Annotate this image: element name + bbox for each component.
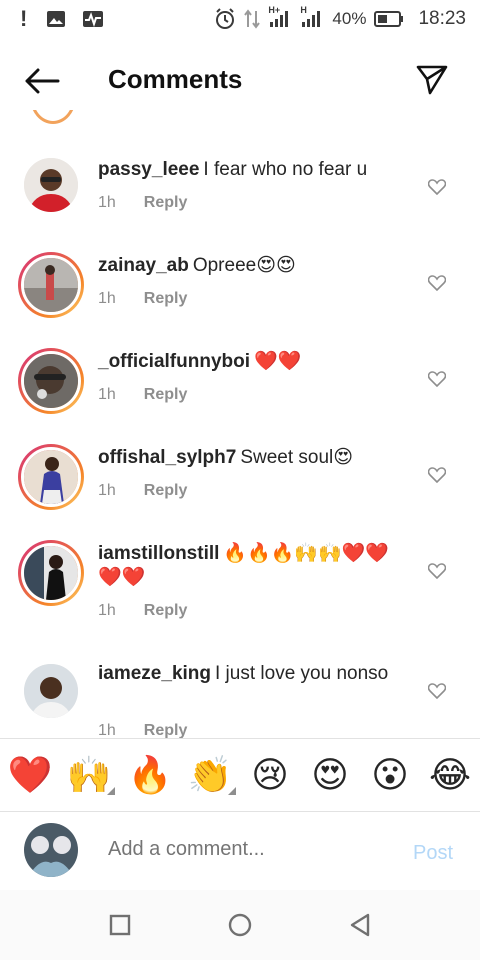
raised-hands-emoji: 🙌	[66, 755, 112, 796]
comment-meta: 1h Reply	[98, 386, 187, 404]
reply-button[interactable]: Reply	[144, 386, 188, 404]
comment-time: 1h	[98, 482, 116, 499]
emoji-surprised-button[interactable]: 😮	[368, 751, 412, 799]
skin-tone-indicator	[228, 787, 236, 795]
comment-meta: 1h Reply	[98, 482, 187, 500]
header: Comments	[0, 50, 480, 110]
comment-body: ❤️❤️	[254, 351, 302, 372]
comment-text: offishal_sylph7 Sweet soul😍	[98, 446, 398, 470]
emoji-crying-button[interactable]: 😢	[248, 751, 292, 799]
emoji-heart-eyes-button[interactable]: 😍	[308, 751, 352, 799]
triangle-back-icon	[350, 913, 370, 937]
avatar[interactable]	[18, 348, 84, 414]
comment-meta: 1h Reply	[98, 194, 187, 212]
comment-body: Opreee😍😍	[192, 255, 296, 276]
system-nav-bar	[0, 890, 480, 960]
heart-outline-icon	[428, 563, 446, 579]
home-button[interactable]	[223, 908, 257, 942]
comment-time: 1h	[98, 602, 116, 619]
signal-1-label: H+	[268, 5, 281, 15]
comment-username[interactable]: _officialfunnyboi	[98, 351, 250, 372]
reply-button[interactable]: Reply	[144, 602, 188, 620]
avatar[interactable]	[24, 823, 78, 877]
skin-tone-indicator	[107, 787, 115, 795]
share-button[interactable]	[410, 58, 454, 102]
comment-text: passy_leee I fear who no fear u	[98, 158, 398, 182]
data-transfer-icon	[244, 9, 261, 29]
emoji-clap-button[interactable]: 👏	[187, 751, 236, 799]
heart-outline-icon	[428, 275, 446, 291]
emoji-laughing-button[interactable]: 😂	[428, 751, 472, 799]
like-button[interactable]	[426, 368, 448, 390]
recents-button[interactable]	[103, 908, 137, 942]
battery-icon	[374, 11, 404, 27]
comment-meta: 1h Reply	[98, 290, 187, 308]
emoji-raised-hands-button[interactable]: 🙌	[66, 751, 115, 799]
comment-time: 1h	[98, 290, 116, 307]
clap-emoji: 👏	[187, 755, 233, 796]
avatar[interactable]	[18, 540, 84, 606]
comment-time: 1h	[98, 722, 116, 738]
signal-1-icon: H+	[268, 5, 292, 29]
comment-text: iamstillonstill 🔥🔥🔥🙌🙌❤️❤️❤️❤️	[98, 542, 398, 590]
post-button[interactable]: Post	[413, 842, 453, 865]
heart-outline-icon	[428, 371, 446, 387]
comment-composer: Post	[0, 812, 480, 890]
heart-outline-icon	[428, 467, 446, 483]
image-icon	[46, 10, 66, 28]
exclamation-icon: !	[20, 6, 28, 31]
like-button[interactable]	[426, 680, 448, 702]
like-button[interactable]	[426, 272, 448, 294]
comment-time: 1h	[98, 194, 116, 211]
comment-username[interactable]: iameze_king	[98, 663, 211, 684]
back-nav-button[interactable]	[343, 908, 377, 942]
status-bar: ! H+ H 40% 18:23	[0, 0, 480, 38]
reply-button[interactable]: Reply	[144, 194, 188, 212]
emoji-heart-button[interactable]: ❤️	[8, 751, 53, 799]
avatar[interactable]	[24, 158, 78, 212]
comment-username[interactable]: iamstillonstill	[98, 543, 219, 564]
signal-2-icon: H	[300, 5, 324, 29]
battery-percent: 40%	[332, 9, 367, 28]
like-button[interactable]	[426, 464, 448, 486]
arrow-left-icon	[25, 68, 60, 94]
comment-body: I just love you nonso	[215, 663, 389, 684]
comment-body: I fear who no fear u	[203, 159, 368, 180]
avatar[interactable]	[18, 444, 84, 510]
avatar[interactable]	[18, 252, 84, 318]
comment-text: _officialfunnyboi ❤️❤️	[98, 350, 398, 374]
circle-icon	[228, 913, 252, 937]
comments-list[interactable]: passy_leee I fear who no fear u 1h Reply …	[0, 110, 480, 738]
comment-username[interactable]: offishal_sylph7	[98, 447, 236, 468]
like-button[interactable]	[426, 560, 448, 582]
emoji-fire-button[interactable]: 🔥	[128, 751, 173, 799]
like-button[interactable]	[426, 176, 448, 198]
activity-icon	[82, 10, 104, 28]
comment-input[interactable]	[108, 838, 398, 861]
comment-meta: 1h Reply	[98, 722, 187, 738]
avatar[interactable]	[30, 110, 76, 124]
reply-button[interactable]: Reply	[144, 482, 188, 500]
page-title: Comments	[108, 64, 243, 94]
paper-plane-icon	[416, 65, 448, 95]
clock: 18:23	[418, 8, 466, 29]
back-button[interactable]	[22, 64, 62, 98]
comment-username[interactable]: passy_leee	[98, 159, 199, 180]
comment-meta: 1h Reply	[98, 602, 187, 620]
alarm-icon	[214, 8, 236, 30]
heart-outline-icon	[428, 683, 446, 699]
comment-body: Sweet soul😍	[240, 447, 354, 468]
avatar[interactable]	[24, 664, 78, 718]
heart-outline-icon	[428, 179, 446, 195]
comment-text: zainay_ab Opreee😍😍	[98, 254, 398, 278]
emoji-reaction-bar: ❤️ 🙌 🔥 👏 😢 😍 😮 😂	[0, 738, 480, 812]
comment-text: iameze_king I just love you nonso	[98, 662, 398, 686]
comment-time: 1h	[98, 386, 116, 403]
comment-username[interactable]: zainay_ab	[98, 255, 189, 276]
reply-button[interactable]: Reply	[144, 722, 188, 738]
reply-button[interactable]: Reply	[144, 290, 188, 308]
signal-2-label: H	[300, 5, 307, 15]
square-icon	[109, 914, 131, 936]
